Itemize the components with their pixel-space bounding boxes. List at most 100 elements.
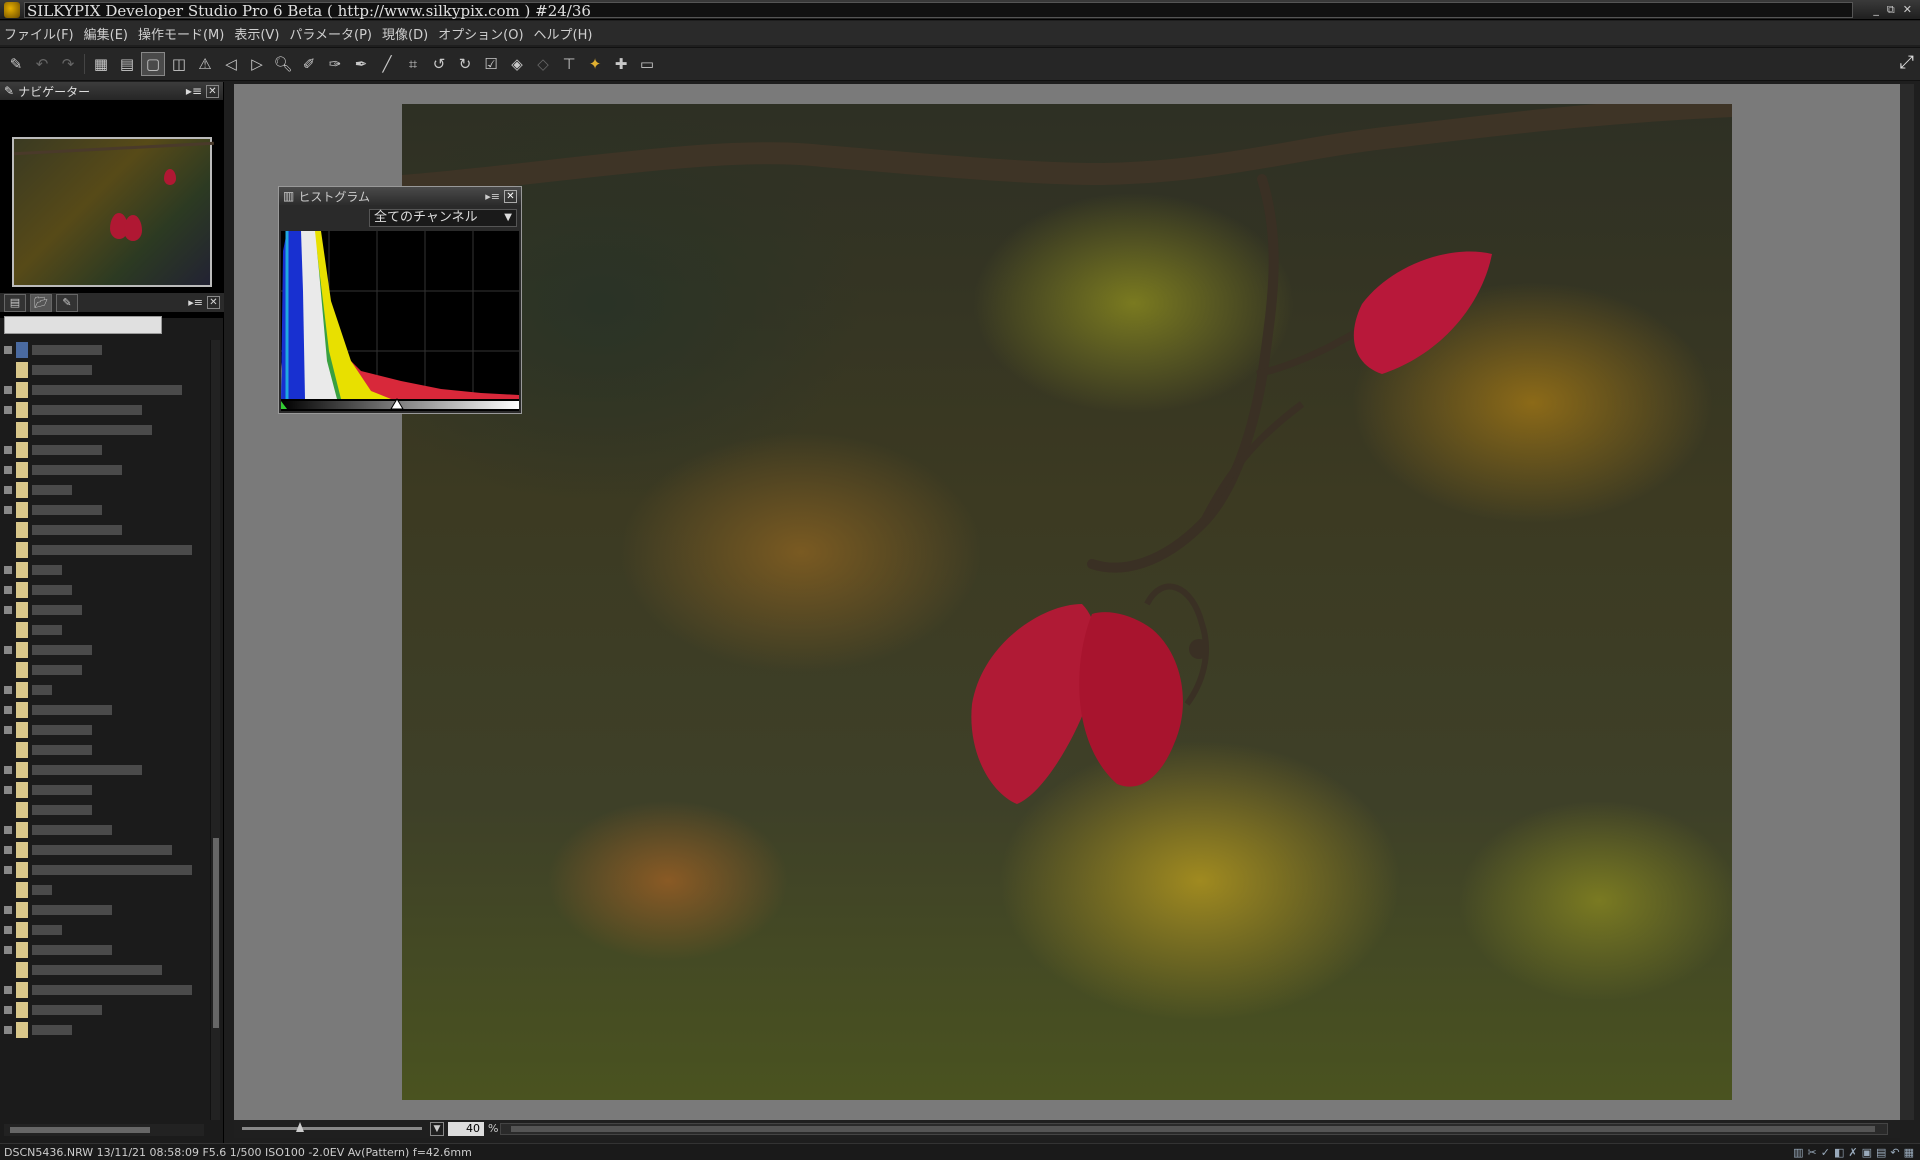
spot-icon[interactable]: ◈: [505, 52, 529, 76]
tree-row[interactable]: [4, 560, 210, 580]
folder-path-input[interactable]: [4, 316, 162, 334]
develop-batch-icon[interactable]: ✦: [583, 52, 607, 76]
filmstrip-view-icon[interactable]: ▤: [115, 52, 139, 76]
tree-row[interactable]: [4, 980, 210, 1000]
menu-parameter[interactable]: パラメータ(P): [289, 24, 372, 43]
menu-view[interactable]: 表示(V): [234, 24, 279, 43]
lock-icon[interactable]: ▣: [1862, 1146, 1872, 1159]
scrollbar-thumb[interactable]: [10, 1127, 150, 1133]
undo-icon[interactable]: ↶: [30, 52, 54, 76]
color-dropper-icon[interactable]: ✒: [349, 52, 373, 76]
restore-button[interactable]: ⧉: [1887, 3, 1895, 17]
warning-icon[interactable]: ⚠: [193, 52, 217, 76]
tree-row[interactable]: [4, 780, 210, 800]
tree-row[interactable]: [4, 360, 210, 380]
tab-comments[interactable]: ▤: [4, 293, 26, 312]
tree-row[interactable]: [4, 640, 210, 660]
palette-icon[interactable]: ◧: [1834, 1146, 1844, 1159]
tree-row[interactable]: [4, 760, 210, 780]
preview-image[interactable]: [402, 104, 1732, 1100]
tree-row[interactable]: [4, 940, 210, 960]
zoom-slider[interactable]: [242, 1127, 422, 1130]
tree-row[interactable]: [4, 420, 210, 440]
navigator-close-button[interactable]: ✕: [206, 84, 219, 98]
tree-row[interactable]: [4, 520, 210, 540]
tree-row[interactable]: [4, 820, 210, 840]
next-image-icon[interactable]: ▷: [245, 52, 269, 76]
plugin-icon[interactable]: ✚: [609, 52, 633, 76]
close-button[interactable]: ✕: [1903, 3, 1912, 17]
brush-icon[interactable]: ╱: [375, 52, 399, 76]
crop-icon[interactable]: ⌗: [401, 52, 425, 76]
gray-dropper-icon[interactable]: ✑: [323, 52, 347, 76]
straighten-icon[interactable]: ⊤: [557, 52, 581, 76]
histogram-channel-select[interactable]: 全てのチャンネル ▼: [369, 209, 517, 227]
navigator-thumbnail[interactable]: [12, 137, 214, 287]
scrollbar-thumb[interactable]: [213, 838, 219, 1028]
tree-row[interactable]: [4, 380, 210, 400]
zoom-dropdown-button[interactable]: ▼: [430, 1122, 444, 1136]
monitor-icon[interactable]: ▭: [635, 52, 659, 76]
tool-icon[interactable]: ✂: [1808, 1146, 1817, 1159]
tree-row[interactable]: [4, 580, 210, 600]
rotate-left-icon[interactable]: ↺: [427, 52, 451, 76]
menu-help[interactable]: ヘルプ(H): [534, 24, 593, 43]
histogram-close-button[interactable]: ✕: [504, 189, 517, 203]
undo-small-icon[interactable]: ↶: [1890, 1146, 1899, 1159]
tree-row[interactable]: [4, 400, 210, 420]
tree-vertical-scrollbar[interactable]: [210, 340, 220, 1120]
histogram-small-icon[interactable]: ▥: [1793, 1146, 1803, 1159]
tree-row[interactable]: [4, 600, 210, 620]
tree-row[interactable]: [4, 700, 210, 720]
tree-row[interactable]: [4, 960, 210, 980]
browser-close-button[interactable]: ✕: [207, 296, 220, 309]
tab-tools[interactable]: ✎: [56, 293, 78, 312]
tree-row[interactable]: [4, 340, 210, 360]
tree-row[interactable]: [4, 920, 210, 940]
tree-row[interactable]: [4, 860, 210, 880]
scrollbar-thumb[interactable]: [511, 1126, 1875, 1132]
tree-row[interactable]: [4, 840, 210, 860]
panel-menu-icon[interactable]: ▸≡: [186, 84, 202, 98]
spot-disabled-icon[interactable]: ◇: [531, 52, 555, 76]
check-icon[interactable]: ✓: [1821, 1146, 1830, 1159]
panel-menu-icon[interactable]: ▸≡: [485, 190, 500, 203]
tree-row[interactable]: [4, 500, 210, 520]
tree-row[interactable]: [4, 460, 210, 480]
print-icon[interactable]: ▦: [1904, 1146, 1914, 1159]
tree-row[interactable]: [4, 740, 210, 760]
menu-file[interactable]: ファイル(F): [4, 24, 74, 43]
tree-row[interactable]: [4, 620, 210, 640]
tree-row[interactable]: [4, 1000, 210, 1020]
redo-icon[interactable]: ↷: [56, 52, 80, 76]
tree-row[interactable]: [4, 660, 210, 680]
single-view-icon[interactable]: ▢: [141, 52, 165, 76]
tree-row[interactable]: [4, 680, 210, 700]
trash-icon[interactable]: ▤: [1876, 1146, 1886, 1159]
menu-develop[interactable]: 現像(D): [382, 24, 428, 43]
tree-row[interactable]: [4, 880, 210, 900]
tree-row[interactable]: [4, 720, 210, 740]
tree-row[interactable]: [4, 800, 210, 820]
zoom-value-field[interactable]: 40: [448, 1122, 484, 1136]
preview-horizontal-scrollbar[interactable]: [500, 1123, 1888, 1135]
zoom-icon[interactable]: 🔍︎: [271, 52, 295, 76]
delete-icon[interactable]: ✗: [1848, 1146, 1857, 1159]
preview-vertical-scrollbar[interactable]: [1900, 84, 1914, 1120]
menu-edit[interactable]: 編集(E): [84, 24, 128, 43]
tree-horizontal-scrollbar[interactable]: [4, 1124, 204, 1136]
grid-view-icon[interactable]: ▦: [89, 52, 113, 76]
previous-image-icon[interactable]: ◁: [219, 52, 243, 76]
tree-row[interactable]: [4, 540, 210, 560]
tab-folders[interactable]: 📂︎: [30, 293, 52, 312]
panel-menu-icon[interactable]: ▸≡: [188, 296, 203, 309]
white-balance-dropper-icon[interactable]: ✐: [297, 52, 321, 76]
mark-icon[interactable]: ☑: [479, 52, 503, 76]
tree-row[interactable]: [4, 480, 210, 500]
tree-row[interactable]: [4, 900, 210, 920]
menu-option[interactable]: オプション(O): [438, 24, 523, 43]
compare-view-icon[interactable]: ◫: [167, 52, 191, 76]
minimize-button[interactable]: _: [1873, 3, 1879, 17]
tree-row[interactable]: [4, 440, 210, 460]
tree-row[interactable]: [4, 1020, 210, 1040]
